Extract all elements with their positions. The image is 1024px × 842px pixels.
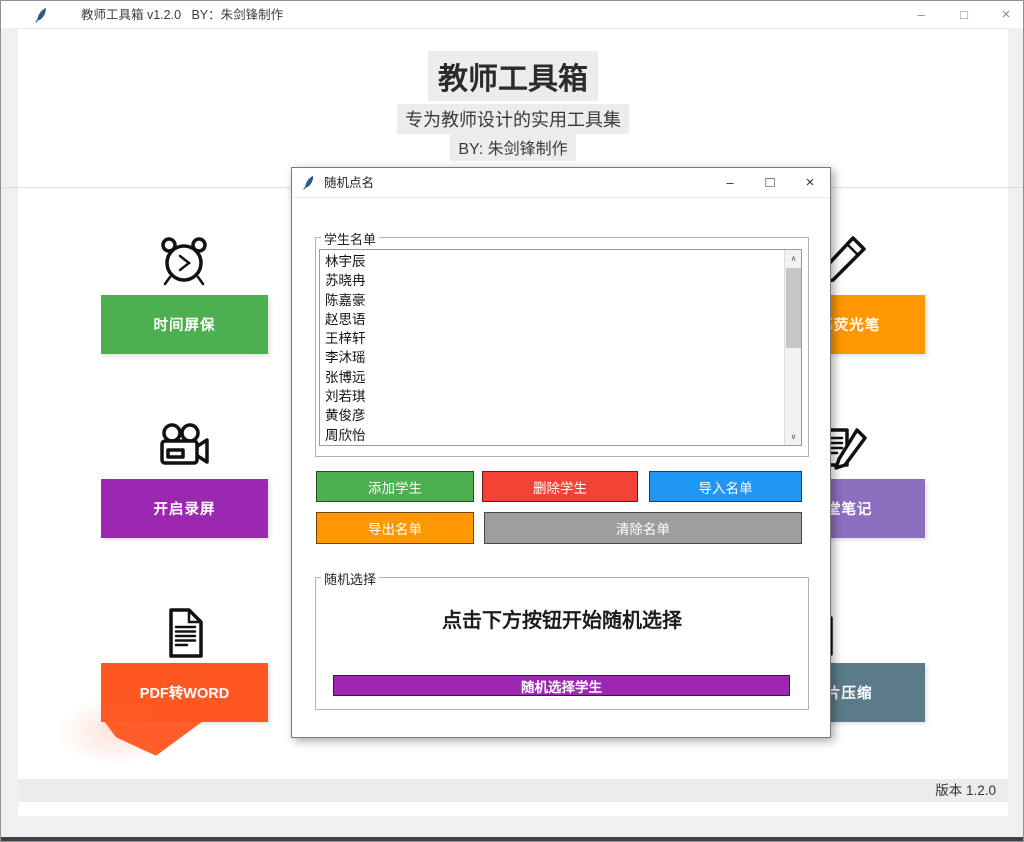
list-item[interactable]: 张博远 xyxy=(320,368,783,387)
page-title: 教师工具箱 xyxy=(1,51,1023,101)
scroll-up-icon[interactable]: ∧ xyxy=(785,251,801,266)
dialog-close-button[interactable]: × xyxy=(794,168,826,198)
maximize-button[interactable]: □ xyxy=(949,1,979,29)
app-window: 教师工具箱 v1.2.0 BY：朱剑锋制作 – □ × 教师工具箱 专为教师设计… xyxy=(0,0,1024,842)
list-item[interactable]: 林宇辰 xyxy=(320,252,783,271)
dialog-window: 随机点名 – □ × 学生名单 林宇辰 苏晓冉 陈嘉豪 赵思语 王梓轩 李沐瑶 … xyxy=(291,167,831,738)
document-icon xyxy=(157,605,213,661)
feather-icon xyxy=(35,7,46,23)
page-subtitle: 专为教师设计的实用工具集 xyxy=(1,104,1023,134)
alarm-clock-icon xyxy=(156,233,212,289)
random-select-button[interactable]: 随机选择学生 xyxy=(333,675,790,696)
dialog-titlebar: 随机点名 – □ × xyxy=(292,168,830,198)
scrollbar-thumb[interactable] xyxy=(786,268,801,348)
delete-student-button[interactable]: 删除学生 xyxy=(482,471,638,502)
list-item[interactable]: 黄俊彦 xyxy=(320,406,783,425)
import-list-button[interactable]: 导入名单 xyxy=(649,471,802,502)
app-titlebar: 教师工具箱 v1.2.0 BY：朱剑锋制作 – □ × xyxy=(1,1,1023,29)
app-title: 教师工具箱 v1.2.0 BY：朱剑锋制作 xyxy=(81,8,284,22)
minimize-button[interactable]: – xyxy=(906,1,936,29)
list-item[interactable]: 李沐瑶 xyxy=(320,348,783,367)
student-list[interactable]: 林宇辰 苏晓冉 陈嘉豪 赵思语 王梓轩 李沐瑶 张博远 刘若琪 黄俊彦 周欣怡 … xyxy=(319,249,802,446)
close-button[interactable]: × xyxy=(991,1,1021,29)
record-screen-button[interactable]: 开启录屏 xyxy=(101,479,268,538)
dialog-maximize-button[interactable]: □ xyxy=(754,168,786,198)
dialog-title: 随机点名 xyxy=(324,176,375,190)
export-list-button[interactable]: 导出名单 xyxy=(316,512,474,544)
scroll-down-icon[interactable]: ∨ xyxy=(785,429,801,444)
list-item[interactable]: 周欣怡 xyxy=(320,426,783,445)
list-item[interactable]: 赵思语 xyxy=(320,310,783,329)
student-group-label: 学生名单 xyxy=(321,229,380,248)
list-item[interactable]: 刘若琪 xyxy=(320,387,783,406)
page-byline: BY: 朱剑锋制作 xyxy=(1,133,1023,161)
bottom-bar xyxy=(1,837,1023,841)
list-item[interactable]: 陈嘉豪 xyxy=(320,291,783,310)
random-group-label: 随机选择 xyxy=(321,569,380,588)
list-item[interactable]: 苏晓冉 xyxy=(320,271,783,290)
feather-icon xyxy=(303,175,314,190)
version-strip: 版本 1.2.0 xyxy=(18,779,1008,802)
student-list-items: 林宇辰 苏晓冉 陈嘉豪 赵思语 王梓轩 李沐瑶 张博远 刘若琪 黄俊彦 周欣怡 xyxy=(320,252,783,445)
list-scrollbar[interactable]: ∧ ∨ xyxy=(784,250,801,445)
list-item[interactable]: 王梓轩 xyxy=(320,329,783,348)
video-camera-icon xyxy=(156,421,212,477)
add-student-button[interactable]: 添加学生 xyxy=(316,471,474,502)
dialog-minimize-button[interactable]: – xyxy=(714,168,746,198)
prompt-text: 点击下方按钮开始随机选择 xyxy=(442,610,682,632)
time-screensaver-button[interactable]: 时间屏保 xyxy=(101,295,268,354)
version-label: 版本 1.2.0 xyxy=(935,783,996,798)
clear-list-button[interactable]: 清除名单 xyxy=(484,512,802,544)
